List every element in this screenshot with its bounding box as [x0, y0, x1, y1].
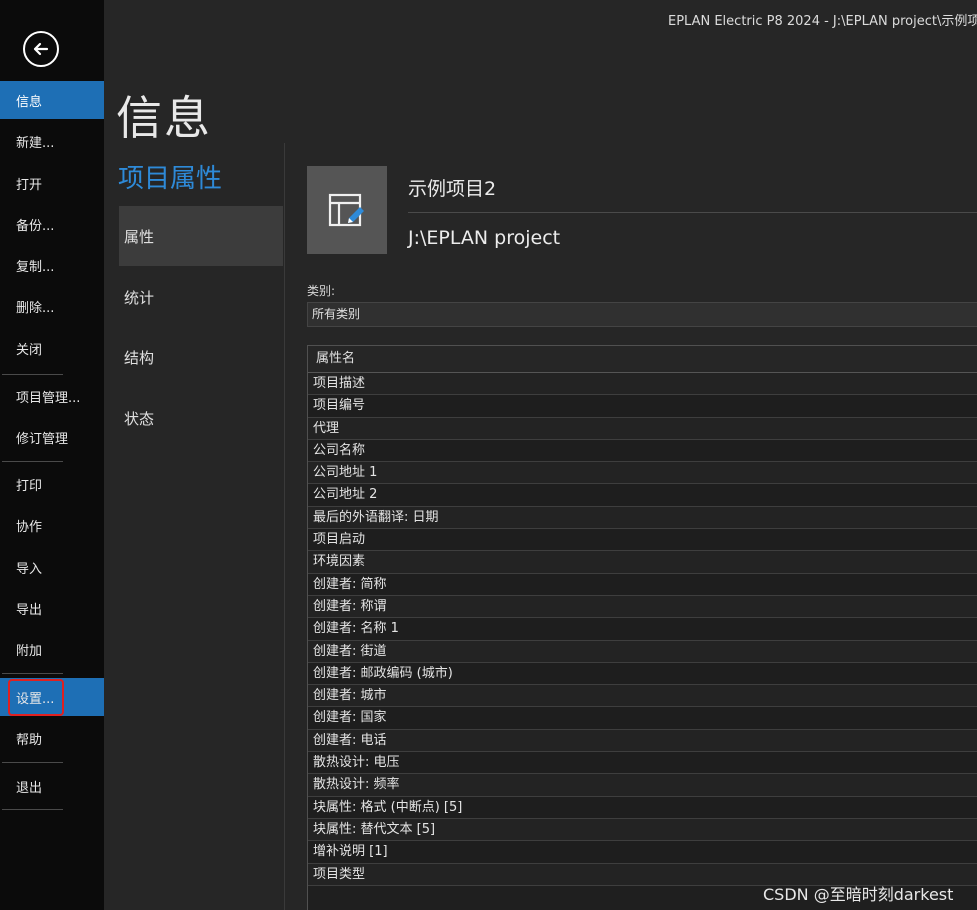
table-row[interactable]: 创建者: 名称 1: [308, 618, 977, 641]
nav-divider: [2, 673, 63, 674]
tab-structure[interactable]: 结构: [119, 327, 283, 387]
tab-label: 统计: [124, 288, 155, 307]
window-title: EPLAN Electric P8 2024 - J:\EPLAN projec…: [668, 14, 977, 29]
nav-item-label: 备份...: [16, 218, 55, 234]
properties-table: 属性名 项目描述 项目编号 代理 公司名称 公司地址 1 公司地址 2 最后的外语翻译: 日…: [307, 345, 977, 910]
table-row[interactable]: 公司地址 1: [308, 462, 977, 485]
table-row[interactable]: 创建者: 称谓: [308, 595, 977, 619]
nav-item-label: 项目管理...: [16, 390, 81, 406]
nav-item-label: 导入: [16, 561, 43, 577]
nav-item-exit[interactable]: 退出: [0, 767, 104, 805]
tab-properties[interactable]: 属性: [119, 206, 283, 266]
nav-item-label: 新建...: [16, 135, 55, 151]
nav-item-label: 删除...: [16, 300, 55, 316]
project-edit-icon: [328, 193, 364, 227]
nav-item-print[interactable]: 打印: [0, 465, 104, 503]
nav-item-label: 打开: [16, 177, 43, 193]
nav-item-open[interactable]: 打开: [0, 164, 104, 202]
table-row[interactable]: 块属性: 替代文本 [5]: [308, 818, 977, 842]
nav-divider: [2, 762, 63, 763]
tab-label: 状态: [124, 409, 155, 428]
nav-item-project-management[interactable]: 项目管理...: [0, 377, 104, 415]
panel-divider: [284, 143, 285, 910]
project-header-divider: [408, 212, 977, 213]
category-label: 类别:: [307, 284, 336, 298]
nav-item-label: 打印: [16, 478, 43, 494]
nav-divider: [2, 809, 63, 810]
nav-item-label: 退出: [16, 780, 43, 796]
column-header-property-name[interactable]: 属性名: [308, 346, 977, 373]
nav-item-revision-management[interactable]: 修订管理: [0, 418, 104, 456]
back-button[interactable]: [23, 31, 59, 67]
watermark: CSDN @至暗时刻darkest: [763, 885, 954, 904]
nav-item-label: 导出: [16, 602, 43, 618]
table-row[interactable]: 创建者: 城市: [308, 685, 977, 708]
table-row[interactable]: 创建者: 街道: [308, 640, 977, 663]
table-row[interactable]: 创建者: 国家: [308, 707, 977, 730]
backstage-nav: 信息 新建... 打开 备份... 复制... 删除... 关闭 项目管理...…: [0, 0, 104, 910]
tab-status[interactable]: 状态: [119, 388, 283, 448]
nav-item-import[interactable]: 导入: [0, 548, 104, 586]
tab-statistics[interactable]: 统计: [119, 267, 283, 327]
tab-label: 属性: [124, 227, 155, 246]
arrow-left-circle-icon: [33, 42, 49, 56]
nav-item-label: 附加: [16, 643, 43, 659]
nav-item-backup[interactable]: 备份...: [0, 205, 104, 243]
table-row[interactable]: 公司地址 2: [308, 484, 977, 507]
nav-item-export[interactable]: 导出: [0, 589, 104, 627]
nav-item-delete[interactable]: 删除...: [0, 287, 104, 325]
nav-item-copy[interactable]: 复制...: [0, 246, 104, 284]
table-row[interactable]: 项目编号: [308, 395, 977, 418]
nav-item-new[interactable]: 新建...: [0, 122, 104, 160]
table-row[interactable]: 环境因素: [308, 551, 977, 574]
table-row[interactable]: 代理: [308, 417, 977, 440]
table-row[interactable]: 项目启动: [308, 529, 977, 552]
project-icon-tile: [307, 166, 387, 254]
nav-divider: [2, 374, 63, 375]
nav-item-info[interactable]: 信息: [0, 81, 104, 119]
tab-label: 结构: [124, 348, 155, 367]
table-row[interactable]: 最后的外语翻译: 日期: [308, 506, 977, 530]
table-row[interactable]: 公司名称: [308, 439, 977, 463]
nav-divider: [2, 461, 63, 462]
nav-item-label: 协作: [16, 519, 43, 535]
nav-item-label: 信息: [16, 94, 43, 110]
nav-item-addons[interactable]: 附加: [0, 630, 104, 668]
properties-table-body: 项目描述 项目编号 代理 公司名称 公司地址 1 公司地址 2 最后的外语翻译: 日期 项目启…: [308, 373, 977, 886]
nav-item-label: 修订管理: [16, 431, 69, 447]
table-row[interactable]: 散热设计: 电压: [308, 752, 977, 775]
nav-item-close[interactable]: 关闭: [0, 329, 104, 367]
table-row[interactable]: 创建者: 电话: [308, 729, 977, 753]
page-title: 信息: [116, 91, 212, 145]
subnav-title: 项目属性: [118, 164, 223, 194]
project-name: 示例项目2: [408, 178, 497, 200]
nav-item-help[interactable]: 帮助: [0, 719, 104, 757]
table-row[interactable]: 创建者: 邮政编码 (城市): [308, 662, 977, 686]
nav-item-label: 设置...: [8, 678, 65, 716]
category-select[interactable]: 所有类别: [307, 302, 977, 327]
project-path: J:\EPLAN project: [408, 227, 561, 249]
nav-item-label: 帮助: [16, 732, 43, 748]
table-row[interactable]: 散热设计: 频率: [308, 774, 977, 797]
table-row[interactable]: 块属性: 格式 (中断点) [5]: [308, 796, 977, 819]
nav-item-label: 关闭: [16, 342, 43, 358]
table-row[interactable]: 创建者: 简称: [308, 573, 977, 596]
table-row[interactable]: 项目描述: [308, 373, 977, 396]
nav-item-label: 复制...: [16, 259, 55, 275]
nav-item-settings[interactable]: 设置...: [0, 678, 104, 716]
nav-item-collaborate[interactable]: 协作: [0, 506, 104, 544]
table-row[interactable]: 增补说明 [1]: [308, 841, 977, 864]
